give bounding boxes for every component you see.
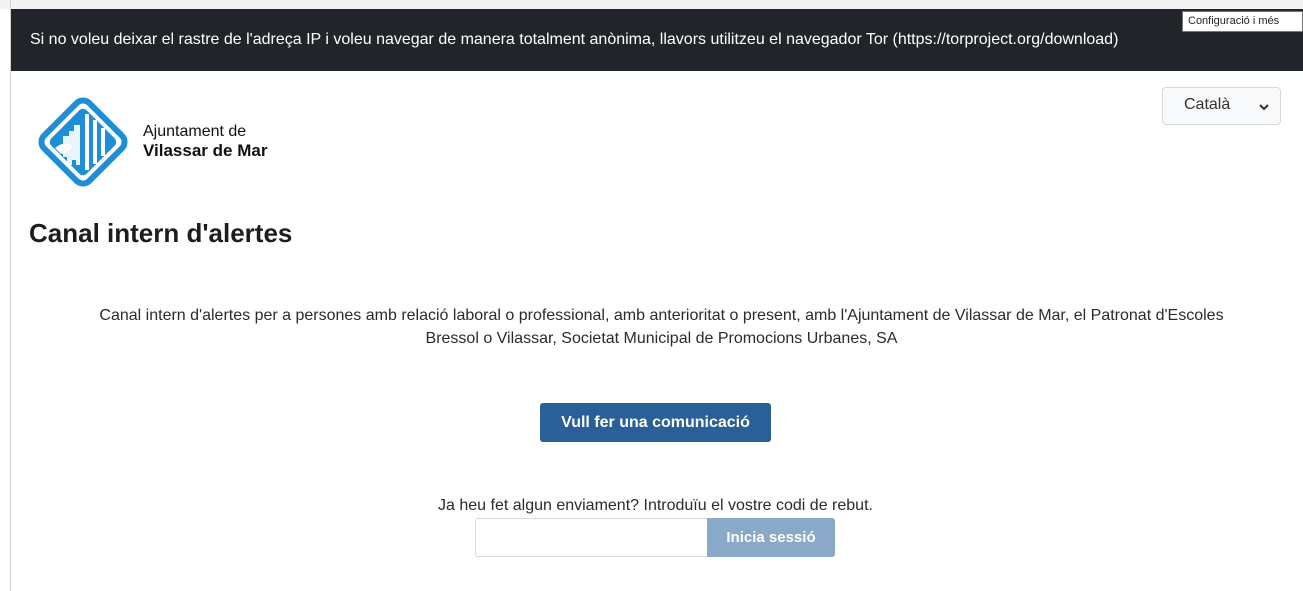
login-button[interactable]: Inicia sessió <box>707 518 835 557</box>
tor-notice-banner: Si no voleu deixar el rastre de l'adreça… <box>11 9 1303 71</box>
browser-top-strip <box>0 0 1303 9</box>
submit-report-button[interactable]: Vull fer una comunicació <box>540 403 771 442</box>
description-line-1: Canal intern d'alertes per a persones am… <box>99 307 1224 324</box>
municipality-name: Ajuntament de Vilassar de Mar <box>143 122 267 160</box>
municipal-logo-icon[interactable] <box>33 92 133 192</box>
logo-line-1: Ajuntament de <box>143 123 247 140</box>
description-line-2: Bressol o Vilassar, Societat Municipal d… <box>425 330 898 347</box>
chevron-down-icon <box>1259 104 1269 111</box>
channel-description: Canal intern d'alertes per a persones am… <box>20 304 1303 350</box>
logo-line-2: Vilassar de Mar <box>143 141 268 160</box>
language-selected-value: Català <box>1184 96 1231 113</box>
receipt-prompt: Ja heu fet algun enviament? Introduïu el… <box>438 497 873 514</box>
browser-tooltip: Configuració i més <box>1182 11 1303 32</box>
tor-notice-text: Si no voleu deixar el rastre de l'adreça… <box>30 31 1119 48</box>
receipt-code-input[interactable] <box>475 518 707 557</box>
page-title: Canal intern d'alertes <box>29 218 293 248</box>
tooltip-text: Configuració i més <box>1188 15 1280 27</box>
language-select[interactable]: Català <box>1162 87 1281 125</box>
